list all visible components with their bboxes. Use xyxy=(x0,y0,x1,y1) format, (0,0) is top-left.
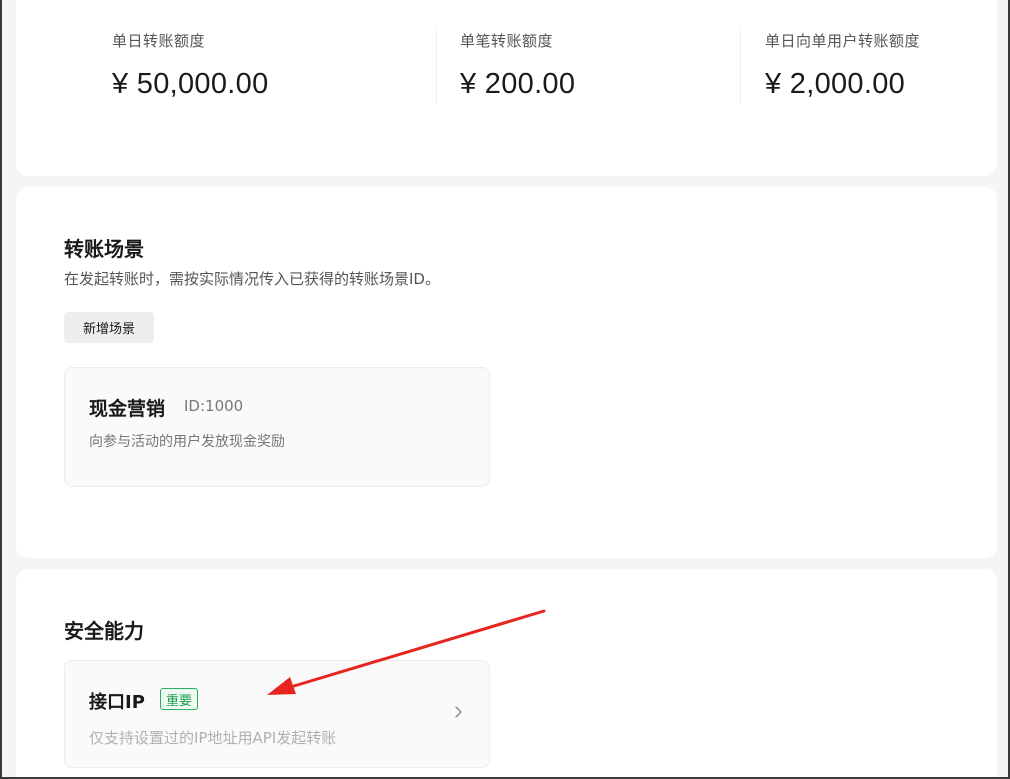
limit-label: 单日向单用户转账额度 xyxy=(765,32,921,50)
limit-value: ¥ 2,000.00 xyxy=(765,68,906,100)
divider xyxy=(740,30,741,104)
scene-item[interactable]: 现金营销 ID:1000 向参与活动的用户发放现金奖励 xyxy=(64,367,490,487)
add-scene-button[interactable]: 新增场景 xyxy=(64,312,154,343)
page-frame: 单日转账额度 ¥ 50,000.00 单笔转账额度 ¥ 200.00 单日向单用… xyxy=(0,0,1010,779)
transfer-limits-card: 单日转账额度 ¥ 50,000.00 单笔转账额度 ¥ 200.00 单日向单用… xyxy=(16,0,997,176)
api-ip-item[interactable]: 接口IP 重要 仅支持设置过的IP地址用API发起转账 xyxy=(64,660,490,768)
limit-daily-per-user: 单日向单用户转账额度 ¥ 2,000.00 xyxy=(765,30,920,101)
limit-label: 单日转账额度 xyxy=(112,32,206,50)
limit-value: ¥ 200.00 xyxy=(460,68,576,100)
api-ip-title: 接口IP xyxy=(89,692,145,713)
important-badge: 重要 xyxy=(160,688,199,710)
limit-value: ¥ 50,000.00 xyxy=(112,68,269,100)
transfer-scenes-card: 转账场景 在发起转账时，需按实际情况传入已获得的转账场景ID。 新增场景 现金营… xyxy=(16,187,997,558)
chevron-right-icon[interactable] xyxy=(451,705,465,719)
limit-label: 单笔转账额度 xyxy=(460,32,554,50)
api-ip-description: 仅支持设置过的IP地址用API发起转账 xyxy=(89,729,337,747)
scene-description: 向参与活动的用户发放现金奖励 xyxy=(89,434,285,450)
scene-name: 现金营销 xyxy=(89,398,166,420)
security-card: 安全能力 接口IP 重要 仅支持设置过的IP地址用API发起转账 xyxy=(16,569,997,777)
section-description: 在发起转账时，需按实际情况传入已获得的转账场景ID。 xyxy=(64,270,440,288)
limit-daily: 单日转账额度 ¥ 50,000.00 xyxy=(112,30,269,101)
limit-single: 单笔转账额度 ¥ 200.00 xyxy=(460,30,575,101)
scene-id: ID:1000 xyxy=(184,397,244,415)
divider xyxy=(436,30,437,104)
section-title: 转账场景 xyxy=(64,237,144,261)
section-title: 安全能力 xyxy=(64,619,144,643)
